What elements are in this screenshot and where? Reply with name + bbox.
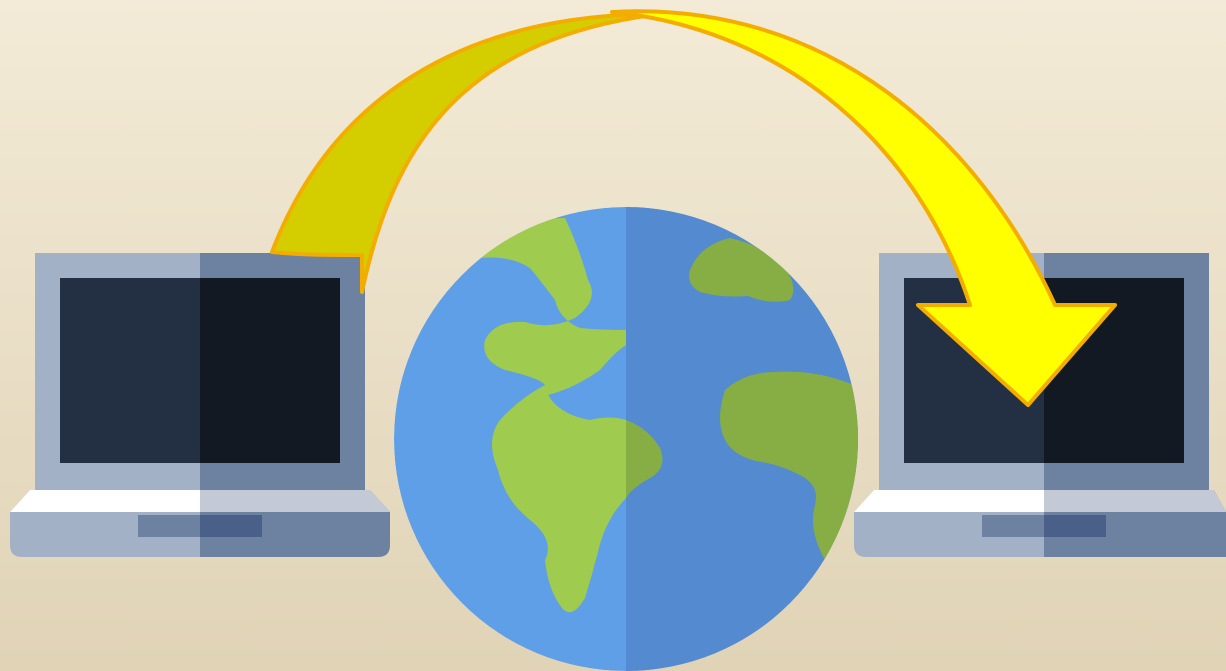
laptop-trackpad-shade xyxy=(1044,515,1106,537)
laptop-screen xyxy=(60,278,200,463)
source-laptop-icon xyxy=(10,253,390,557)
laptop-trackpad xyxy=(982,515,1044,537)
laptop-trackpad xyxy=(138,515,200,537)
laptop-keyboard-deck-shade xyxy=(200,490,390,512)
laptop-keyboard-deck xyxy=(10,490,200,512)
laptop-keyboard-deck xyxy=(854,490,1044,512)
laptop-screen-shade xyxy=(200,278,340,463)
diagram-canvas xyxy=(0,0,1226,671)
laptop-keyboard-deck-shade xyxy=(1044,490,1226,512)
laptop-trackpad-shade xyxy=(200,515,262,537)
network-transfer-diagram xyxy=(0,0,1226,671)
